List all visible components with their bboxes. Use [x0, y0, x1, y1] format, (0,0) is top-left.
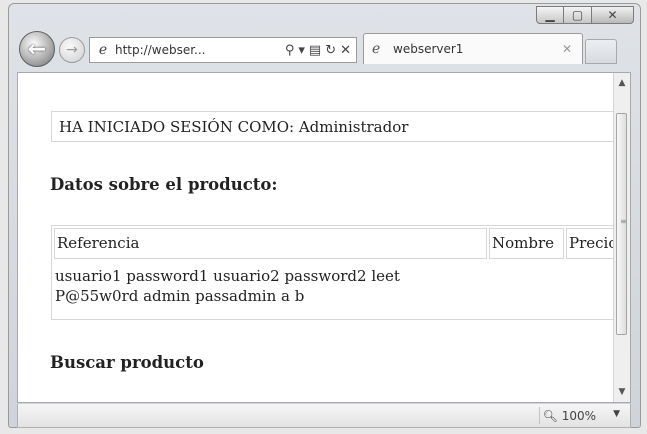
zoom-icon: 🔍︎	[542, 409, 558, 423]
product-heading: Datos sobre el producto:	[50, 175, 278, 194]
header-precio: Precio	[566, 228, 620, 259]
zoom-control[interactable]: 🔍︎ 100%	[543, 409, 596, 423]
session-text: HA INICIADO SESIÓN COMO: Administrador	[59, 118, 409, 136]
tab-webserver1[interactable]: ℯ webserver1 ✕	[363, 33, 583, 64]
search-icon[interactable]: ⚲	[285, 43, 295, 58]
navigation-bar: ← → ℯ http://webser... ⚲ ▾ ▤ ↻ ✕ ℯ webse…	[17, 29, 637, 71]
scroll-up-icon[interactable]: ▲	[614, 75, 630, 91]
zoom-dropdown-icon[interactable]: ▼	[613, 409, 620, 419]
browser-window: ▁ ▢ ✕ ← → ℯ http://webser... ⚲ ▾ ▤ ↻ ✕ ℯ…	[8, 3, 641, 428]
grip-icon: ≡	[620, 217, 627, 226]
page-viewport: HA INICIADO SESIÓN COMO: Administrador D…	[17, 72, 631, 403]
tab-ie-icon: ℯ	[372, 41, 381, 57]
new-tab-button[interactable]	[585, 39, 617, 64]
header-nombre: Nombre	[489, 228, 564, 259]
scroll-down-icon[interactable]: ▼	[614, 384, 630, 400]
product-table: Referencia Nombre Precio usuario1 passwo…	[51, 225, 622, 320]
forward-arrow-icon: →	[66, 42, 78, 58]
address-url[interactable]: http://webser...	[115, 43, 206, 57]
window-caption-buttons: ▁ ▢ ✕	[536, 6, 634, 26]
zoom-level: 100%	[561, 409, 596, 423]
dropdown-icon[interactable]: ▾	[298, 43, 305, 58]
tab-title: webserver1	[393, 42, 464, 56]
stop-icon[interactable]: ✕	[340, 43, 351, 58]
scroll-thumb[interactable]: ≡	[616, 113, 627, 335]
back-button[interactable]: ←	[19, 31, 55, 67]
status-divider	[539, 407, 540, 424]
forward-button[interactable]: →	[59, 37, 85, 63]
address-bar[interactable]: ℯ http://webser... ⚲ ▾ ▤ ↻ ✕	[89, 37, 357, 63]
header-referencia: Referencia	[54, 228, 487, 259]
data-line-2: P@55w0rd admin passadmin a b	[55, 287, 305, 305]
ie-page-icon: ℯ	[98, 42, 108, 58]
search-heading: Buscar producto	[50, 353, 204, 372]
refresh-icon[interactable]: ↻	[325, 43, 336, 58]
vertical-scrollbar[interactable]: ▲ ≡ ▼	[613, 73, 630, 402]
tab-close-icon[interactable]: ✕	[562, 42, 572, 56]
session-banner: HA INICIADO SESIÓN COMO: Administrador	[51, 111, 622, 142]
close-window-button[interactable]: ✕	[592, 6, 634, 24]
table-data-cell: usuario1 password1 usuario2 password2 le…	[55, 266, 485, 306]
maximize-button[interactable]: ▢	[564, 6, 592, 24]
back-arrow-icon: ←	[27, 36, 47, 62]
minimize-button[interactable]: ▁	[536, 6, 564, 24]
status-bar: 🔍︎ 100% ▼	[17, 404, 631, 428]
data-line-1: usuario1 password1 usuario2 password2 le…	[55, 267, 400, 285]
address-tools: ⚲ ▾ ▤ ↻ ✕	[285, 43, 356, 58]
compatibility-icon[interactable]: ▤	[309, 43, 321, 58]
